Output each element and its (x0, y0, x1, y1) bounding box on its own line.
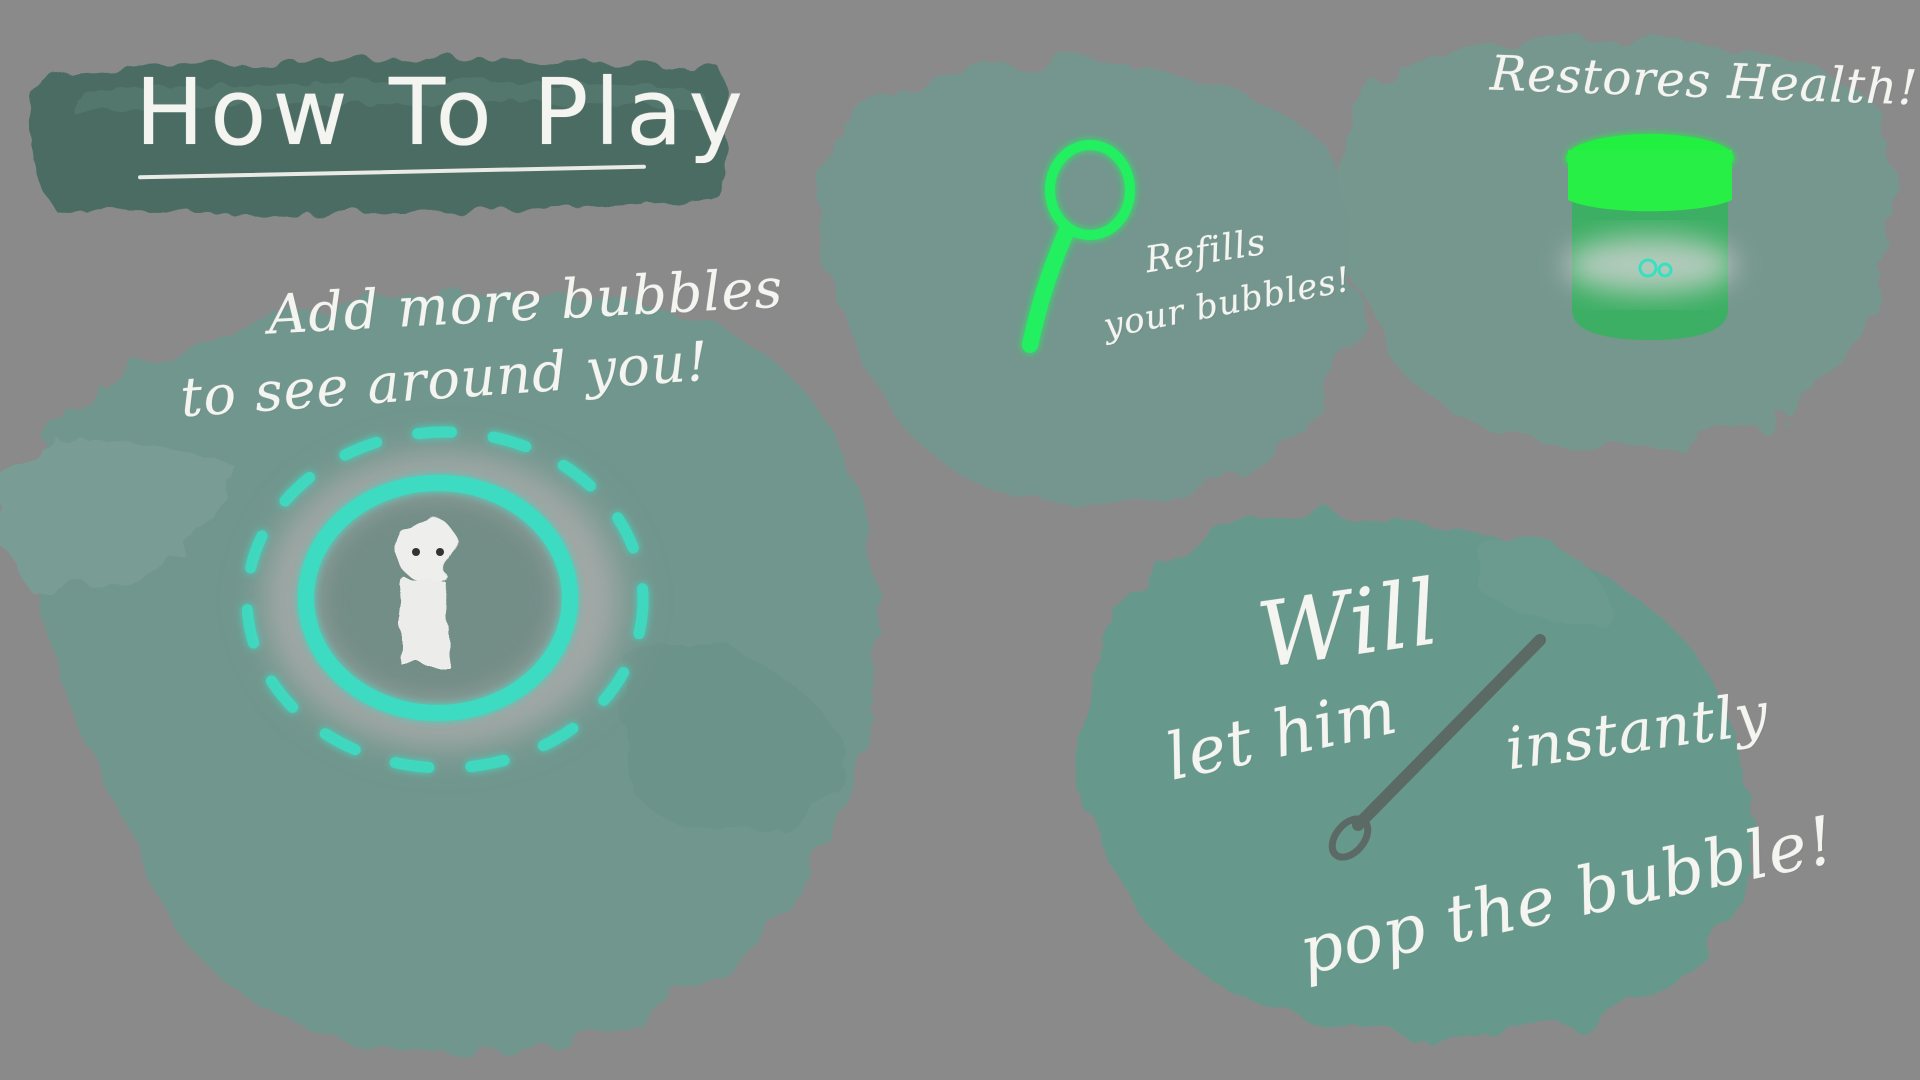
bubble-player-icon (240, 426, 650, 774)
page-title: How To Play (135, 59, 749, 166)
health-jar-icon (1564, 134, 1736, 340)
needle-tip-line1: Will (1251, 559, 1446, 690)
how-to-play-screen: How To Play Add more bubbles to see arou… (0, 0, 1920, 1080)
